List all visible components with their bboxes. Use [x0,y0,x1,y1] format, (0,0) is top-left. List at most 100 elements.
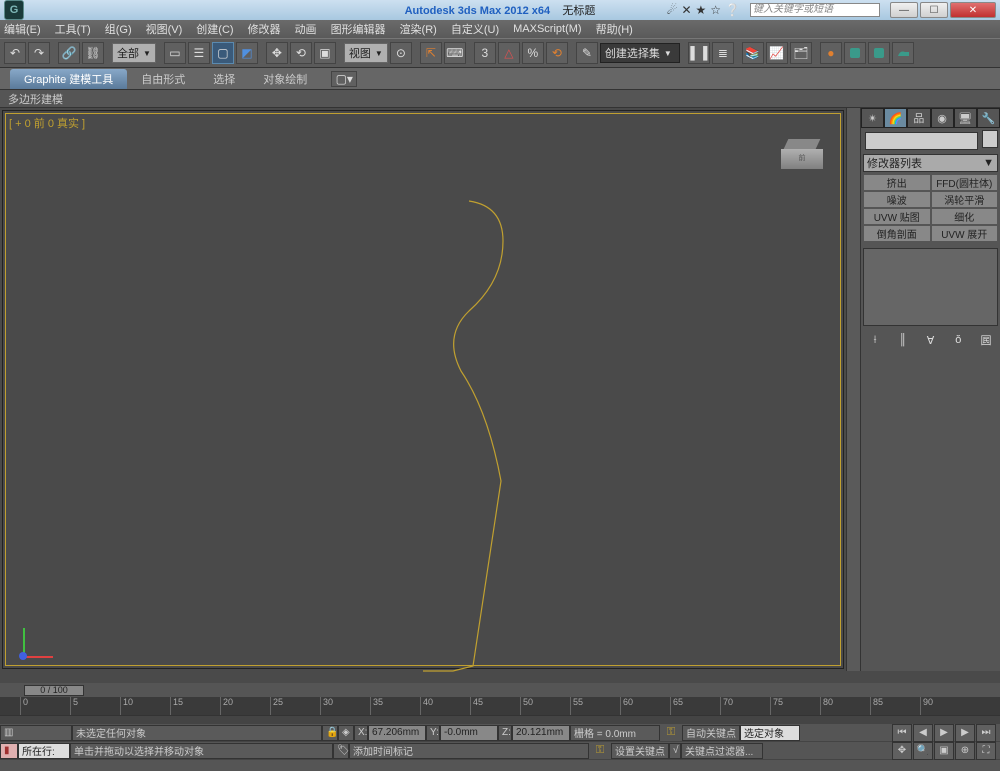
move-button[interactable]: ✥ [266,42,288,64]
ribbon-subpanel[interactable]: 多边形建模 [0,90,1000,108]
help-icon[interactable]: ❔ [725,3,740,17]
menu-maxscript[interactable]: MAXScript(M) [513,23,581,35]
maximize-button[interactable]: ☐ [920,2,948,18]
mod-bevelprofile[interactable]: 倒角剖面 [863,225,931,242]
x-input[interactable]: 67.206mm [368,725,426,741]
percent-snap-button[interactable]: % [522,42,544,64]
pin-stack-icon[interactable]: ⟊ [867,332,883,348]
menu-tools[interactable]: 工具(T) [55,21,91,37]
redo-button[interactable]: ↷ [28,42,50,64]
keyboard-shortcut-button[interactable]: ⌨ [444,42,466,64]
select-name-button[interactable]: ☰ [188,42,210,64]
rendered-frame-button[interactable] [868,42,890,64]
object-color-swatch[interactable] [982,130,998,148]
create-tab[interactable]: ✴ [861,108,884,128]
ribbon-tab-selection[interactable]: 选择 [199,69,249,89]
next-frame-button[interactable]: ▶ [955,724,975,742]
mod-turbosmooth[interactable]: 涡轮平滑 [931,191,999,208]
ribbon-tab-objectpaint[interactable]: 对象绘制 [249,69,321,89]
nav-zoom-button[interactable]: 🔍 [913,742,933,760]
show-end-icon[interactable]: ║ [895,332,911,348]
rotate-button[interactable]: ⟲ [290,42,312,64]
display-tab[interactable]: 🖥 [954,108,977,128]
z-input[interactable]: 20.121mm [512,725,570,741]
add-timetag[interactable]: 添加时间标记 [349,743,589,759]
link-button[interactable]: 🔗 [58,42,80,64]
spline-object[interactable] [3,111,861,676]
script-indicator[interactable]: ▮ [0,743,18,759]
window-crossing-button[interactable]: ◩ [236,42,258,64]
ribbon-minimize-button[interactable]: ▢▾ [331,71,357,87]
tool-icon[interactable]: ✕ [681,3,691,17]
timeline[interactable]: 0 / 100 05101520253035404550556065707580… [0,683,1000,715]
selection-filter[interactable]: 全部▼ [112,43,156,63]
viewport[interactable]: [ + 0 前 0 真实 ] 前 [2,110,844,669]
keymode-dropdown[interactable]: 选定对象 [740,725,800,741]
key-icon-2[interactable]: ⚿ [589,743,611,759]
mod-extrude[interactable]: 挤出 [863,174,931,191]
time-slider[interactable]: 0 / 100 [24,685,84,696]
curve-editor-button[interactable]: 📈 [766,42,788,64]
ribbon-tab-freeform[interactable]: 自由形式 [127,69,199,89]
select-manipulate-button[interactable]: ⇱ [420,42,442,64]
mod-uvwmap[interactable]: UVW 贴图 [863,208,931,225]
menu-group[interactable]: 组(G) [105,21,132,37]
select-region-button[interactable]: ▢ [212,42,234,64]
mod-ffd[interactable]: FFD(圆柱体) [931,174,999,191]
nav-orbit-button[interactable]: ⊕ [955,742,975,760]
spinner-snap-button[interactable]: ⟲ [546,42,568,64]
nav-pan-button[interactable]: ✥ [892,742,912,760]
unlink-button[interactable]: ⛓ [82,42,104,64]
menu-create[interactable]: 创建(C) [196,21,233,37]
timetag-icon[interactable]: 🏷 [333,743,349,759]
mod-tessellate[interactable]: 细化 [931,208,999,225]
menu-grapheditors[interactable]: 图形编辑器 [331,21,386,37]
menu-animation[interactable]: 动画 [295,21,317,37]
keyfilter-button[interactable]: 关键点过滤器... [681,743,763,759]
viewcube[interactable]: 前 [781,139,823,169]
goto-end-button[interactable]: ⏭ [976,724,996,742]
app-icon[interactable]: G [4,0,24,20]
quick-access[interactable]: ☄ ✕ ★ ☆ ❔ [667,3,740,17]
layers-button[interactable]: 📚 [742,42,764,64]
listener-label[interactable]: 所在行: [18,743,70,759]
configure-icon[interactable]: 囻 [978,332,994,348]
snap-button[interactable]: 3 [474,42,496,64]
scale-button[interactable]: ▣ [314,42,336,64]
render-button[interactable] [892,42,914,64]
remove-mod-icon[interactable]: ŏ [950,332,966,348]
motion-tab[interactable]: ◉ [931,108,954,128]
close-button[interactable]: ✕ [950,2,996,18]
goto-start-button[interactable]: ⏮ [892,724,912,742]
minimize-button[interactable]: — [890,2,918,18]
modify-tab[interactable]: 🌈 [884,108,907,128]
mod-noise[interactable]: 噪波 [863,191,931,208]
menu-edit[interactable]: 编辑(E) [4,21,41,37]
keyfilter-icon[interactable]: √ [669,743,681,759]
menu-help[interactable]: 帮助(H) [596,21,633,37]
setkey-button[interactable]: 设置关键点 [611,743,669,759]
star-icon[interactable]: ★ [696,3,707,17]
menu-modifiers[interactable]: 修改器 [248,21,281,37]
lock-icon[interactable]: 🔒 [322,725,338,741]
unique-icon[interactable]: ∀ [923,332,939,348]
align-button[interactable]: ≣ [712,42,734,64]
refcoord-dropdown[interactable]: 视图▼ [344,43,388,63]
time-ruler[interactable]: 051015202530354045505560657075808590 [0,697,1000,715]
menu-rendering[interactable]: 渲染(R) [400,21,437,37]
coord-mode-icon[interactable]: ◈ [338,725,354,741]
autokey-button[interactable]: 自动关键点 [682,725,740,741]
star-icon[interactable]: ☆ [710,3,721,17]
key-icon[interactable]: ⚿ [660,725,682,741]
object-name-field[interactable] [865,132,978,150]
y-input[interactable]: -0.0mm [440,725,498,741]
modifier-list-dropdown[interactable]: 修改器列表▼ [863,154,998,172]
angle-snap-button[interactable]: △ [498,42,520,64]
mirror-button[interactable]: ▌▐ [688,42,710,64]
prev-frame-button[interactable]: ◀ [913,724,933,742]
mod-uvwunwrap[interactable]: UVW 展开 [931,225,999,242]
schematic-button[interactable]: 🗂 [790,42,812,64]
undo-button[interactable]: ↶ [4,42,26,64]
menu-customize[interactable]: 自定义(U) [451,21,499,37]
material-editor-button[interactable]: ● [820,42,842,64]
